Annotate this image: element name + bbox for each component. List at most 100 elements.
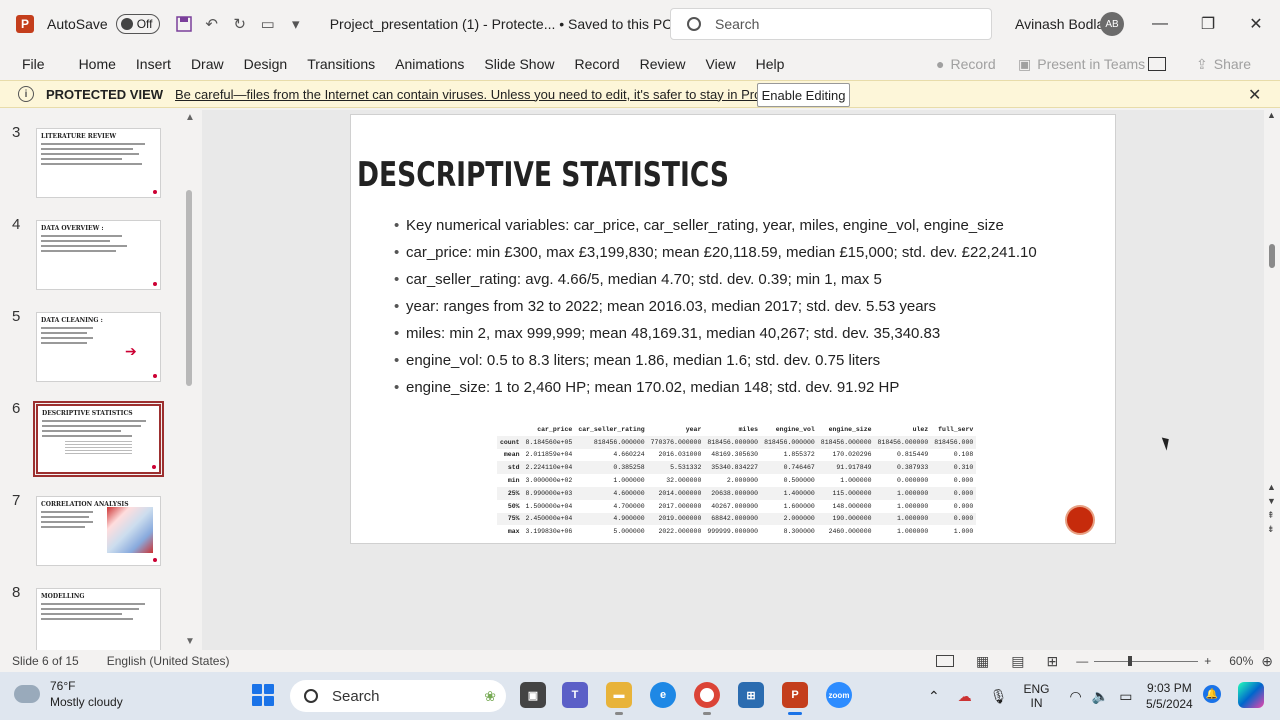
zoom-slider-thumb[interactable] — [1128, 655, 1133, 666]
comments-button[interactable] — [1148, 52, 1166, 76]
tab-review[interactable]: Review — [630, 56, 696, 72]
slide-thumbnail-3[interactable]: LITERATURE REVIEW — [36, 128, 161, 198]
slide-thumbnail-6-active[interactable]: DESCRIPTIVE STATISTICS — [33, 401, 164, 477]
tab-draw[interactable]: Draw — [181, 56, 234, 72]
record-button[interactable]: ● Record — [936, 52, 996, 76]
previous-slide-icon[interactable]: ⇞ — [1267, 510, 1275, 521]
table-cell: 2.450000e+04 — [522, 512, 576, 526]
wifi-icon[interactable]: ◠ — [1070, 688, 1082, 705]
zoom-in-icon[interactable]: + — [1204, 654, 1211, 668]
tab-record[interactable]: Record — [564, 56, 629, 72]
search-input[interactable]: Search — [670, 8, 992, 40]
protected-view-message[interactable]: Be careful—files from the Internet can c… — [175, 87, 831, 102]
row-header: 75% — [497, 512, 523, 526]
table-cell: 1.500000e+04 — [525, 502, 573, 510]
fit-to-window-icon[interactable]: ⊕ — [1261, 653, 1273, 670]
edge-icon[interactable]: e — [650, 682, 676, 708]
title-bar: P AutoSave Off ↶ ↻ ▭ ▾ Project_presentat… — [0, 0, 1280, 48]
chrome-icon[interactable] — [694, 682, 720, 715]
tab-animations[interactable]: Animations — [385, 56, 474, 72]
enable-editing-button[interactable]: Enable Editing — [757, 83, 850, 107]
avatar[interactable]: AB — [1100, 12, 1124, 36]
scroll-up-icon[interactable]: ▲ — [1267, 482, 1276, 492]
scroll-down-icon[interactable]: ▼ — [1267, 496, 1276, 506]
next-slide-icon[interactable]: ⇟ — [1267, 524, 1275, 535]
microsoft-store-icon[interactable]: ⊞ — [738, 682, 764, 708]
scroll-up-icon[interactable]: ▲ — [185, 112, 195, 123]
powerpoint-taskbar-icon[interactable]: P — [782, 682, 808, 715]
close-icon[interactable]: ✕ — [1248, 85, 1261, 105]
taskbar-clock[interactable]: 9:03 PM 5/5/2024 — [1146, 680, 1193, 712]
slide-thumbnail-8[interactable]: MODELLING — [36, 588, 161, 650]
scroll-thumb[interactable] — [1269, 244, 1275, 268]
thumbnail-title: LITERATURE REVIEW — [41, 133, 117, 140]
present-icon[interactable]: ▭ — [254, 10, 282, 38]
bullet-item: year: ranges from 32 to 2022; mean 2016.… — [394, 298, 1074, 316]
slide-thumbnail-4[interactable]: DATA OVERVIEW : — [36, 220, 161, 290]
table-cell: 1.600000 — [783, 502, 815, 510]
slideshow-view-icon[interactable]: ⊞ — [1046, 653, 1058, 670]
table-header — [497, 423, 523, 436]
close-icon[interactable]: ✕ — [1241, 12, 1271, 36]
bullet-list: Key numerical variables: car_price, car_… — [394, 217, 1074, 406]
tab-design[interactable]: Design — [234, 56, 298, 72]
autosave-toggle[interactable]: Off — [115, 14, 160, 34]
slide-vertical-scrollbar[interactable]: ▲ ▲ ▼ ⇞ ⇟ — [1264, 110, 1280, 650]
table-cell: 0.000000 — [897, 477, 929, 485]
teams-icon[interactable]: T — [562, 682, 588, 708]
show-hidden-icons-icon[interactable]: ⌃ — [928, 688, 940, 705]
customize-toolbar-icon[interactable]: ▾ — [282, 10, 310, 38]
slide-thumbnail-7[interactable]: CORRELATION ANALYSIS — [36, 496, 161, 566]
table-cell: 148.000000 — [832, 502, 872, 510]
share-button[interactable]: ⇪ Share — [1196, 52, 1251, 76]
normal-view-icon[interactable] — [936, 655, 954, 667]
row-header: 25% — [497, 486, 523, 500]
windows-start-icon[interactable] — [252, 684, 274, 706]
battery-icon[interactable]: ▭ — [1119, 688, 1132, 705]
tab-home[interactable]: Home — [69, 56, 126, 72]
volume-icon[interactable]: 🔈 — [1092, 688, 1109, 705]
table-cell: 91.917849 — [817, 461, 875, 475]
microphone-icon[interactable]: 🎙 — [990, 688, 1008, 705]
save-icon[interactable] — [170, 10, 198, 38]
zoom-app-icon[interactable]: zoom — [826, 682, 852, 708]
zoom-out-icon[interactable]: — — [1076, 654, 1088, 668]
undo-icon[interactable]: ↶ — [198, 10, 226, 38]
task-view-icon[interactable]: ▣ — [520, 682, 546, 708]
table-row: 75% 2.450000e+04 4.900000 2019.000000 68842.… — [497, 512, 977, 526]
copilot-icon[interactable] — [1238, 682, 1264, 708]
input-language[interactable]: ENG IN — [1024, 682, 1050, 710]
reading-view-icon[interactable]: ▤ — [1011, 653, 1024, 670]
taskbar-search[interactable]: Search ❀ — [290, 680, 506, 712]
slide-thumbnail-5[interactable]: DATA CLEANING : ➔ — [36, 312, 161, 382]
present-in-teams-button[interactable]: ▣ Present in Teams — [1018, 52, 1145, 76]
language-status[interactable]: English (United States) — [107, 654, 230, 668]
table-cell: 0.000 — [953, 502, 974, 510]
user-name[interactable]: Avinash Bodla — [1015, 16, 1104, 32]
tab-insert[interactable]: Insert — [126, 56, 181, 72]
file-explorer-icon[interactable]: ▬ — [606, 682, 632, 715]
comment-icon — [1148, 57, 1166, 71]
restore-icon[interactable]: ❐ — [1193, 12, 1223, 36]
zoom-level[interactable]: 60% — [1229, 654, 1253, 668]
tab-view[interactable]: View — [696, 56, 746, 72]
zoom-slider[interactable] — [1094, 655, 1199, 666]
tab-file[interactable]: File — [12, 56, 55, 72]
tab-transitions[interactable]: Transitions — [297, 56, 385, 72]
thumbnail-scrollbar[interactable] — [186, 190, 192, 386]
bullet-item: engine_size: 1 to 2,460 HP; mean 170.02,… — [394, 379, 1074, 397]
weather-widget[interactable]: 76°F Mostly cloudy — [14, 678, 123, 710]
record-indicator-button[interactable] — [1067, 507, 1093, 533]
tab-help[interactable]: Help — [746, 56, 795, 72]
notification-bell-icon[interactable]: 🔔 — [1203, 685, 1221, 703]
slide-sorter-icon[interactable]: ▦ — [976, 653, 989, 670]
table-cell: 1.855372 — [783, 451, 815, 459]
redo-icon[interactable]: ↻ — [226, 10, 254, 38]
scroll-down-icon[interactable]: ▼ — [185, 636, 195, 647]
current-slide[interactable]: DESCRIPTIVE STATISTICS Key numerical var… — [350, 114, 1116, 544]
minimize-icon[interactable]: — — [1145, 12, 1175, 36]
table-cell: 3.199830e+06 — [525, 528, 573, 536]
tab-slide-show[interactable]: Slide Show — [474, 56, 564, 72]
network-warning-icon[interactable]: ☁ — [958, 688, 972, 705]
scroll-up-icon[interactable]: ▲ — [1267, 110, 1276, 120]
